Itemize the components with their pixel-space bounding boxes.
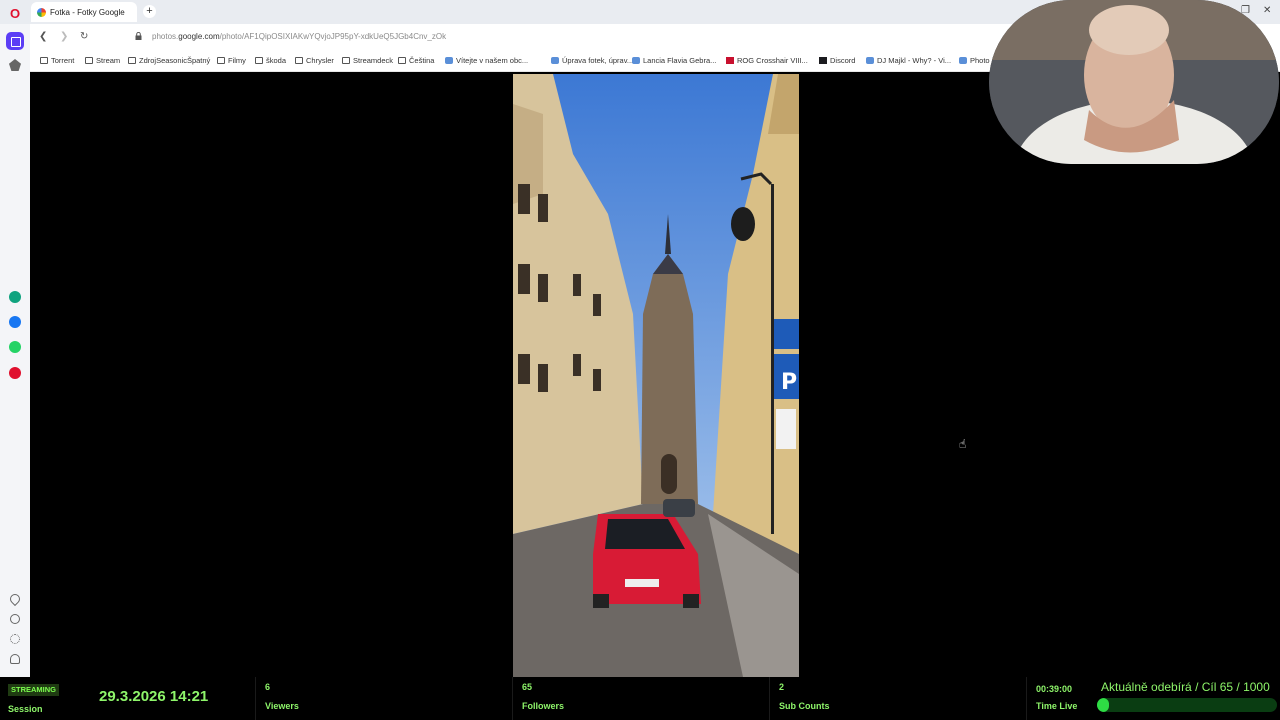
site-icon	[866, 57, 874, 64]
bookmark-label: DJ Majkl - Why? - Vi...	[877, 56, 952, 65]
reload-icon[interactable]: ↻	[80, 31, 88, 42]
bookmark-item[interactable]: Stream	[85, 56, 120, 65]
bookmark-label: Streamdeck	[353, 56, 394, 65]
bookmark-item[interactable]: Vítejte v našem obc...	[445, 56, 528, 65]
site-icon	[959, 57, 967, 64]
bookmark-item[interactable]: ROG Crosshair VIII...	[726, 56, 808, 65]
back-icon[interactable]: ❮	[39, 31, 47, 42]
bookmark-item[interactable]: Čeština	[398, 56, 434, 65]
folder-icon	[128, 57, 136, 64]
sidebar	[0, 24, 30, 677]
session-label: Session	[8, 704, 43, 714]
site-icon	[632, 57, 640, 64]
subs-count: 2	[779, 682, 785, 692]
bookmark-label: Úprava fotek, úprav...	[562, 56, 634, 65]
bulb-icon[interactable]	[10, 654, 20, 664]
bookmark-item[interactable]: Streamdeck	[342, 56, 393, 65]
folder-icon	[40, 57, 48, 64]
close-window-icon[interactable]: ✕	[1263, 5, 1271, 16]
bookmark-label: Vítejte v našem obc...	[456, 56, 529, 65]
folder-icon	[217, 57, 225, 64]
lock-icon[interactable]	[135, 32, 142, 40]
folder-icon	[398, 57, 406, 64]
hand-cursor-icon: ☝	[959, 437, 967, 451]
opera-logo-icon[interactable]: O	[8, 6, 22, 21]
folder-icon	[295, 57, 303, 64]
followers-count: 65	[522, 682, 533, 692]
time-live-label: Time Live	[1036, 701, 1078, 711]
photo-viewer[interactable]: P ☝	[33, 74, 1280, 677]
overlay-divider	[769, 677, 770, 720]
followers-label: Followers	[522, 701, 565, 711]
google-photos-icon	[37, 7, 46, 17]
bookmark-item[interactable]: škoda	[255, 56, 286, 65]
history-icon[interactable]	[10, 614, 20, 624]
bookmark-item[interactable]: Torrent	[40, 56, 74, 65]
discord-icon	[819, 57, 827, 64]
bookmark-label: Stream	[96, 56, 121, 65]
bookmark-label: škoda	[266, 56, 287, 65]
bookmark-label: Discord	[830, 56, 856, 65]
folder-icon	[85, 57, 93, 64]
messenger-icon[interactable]	[9, 316, 21, 328]
stream-overlay: STREAMING Session 29.3.2026 14:21 6 View…	[0, 677, 1280, 720]
settings-icon[interactable]	[10, 634, 20, 644]
bookmark-label: Filmy	[228, 56, 246, 65]
site-icon	[445, 57, 453, 64]
time-live-value: 00:39:00	[1036, 684, 1073, 694]
bookmark-label: Chrysler	[306, 56, 334, 65]
viewers-label: Viewers	[265, 701, 299, 711]
whatsapp-icon[interactable]	[9, 341, 21, 353]
svg-text:P: P	[781, 370, 797, 395]
sub-goal-fill	[1097, 698, 1109, 712]
bookmark-label: ROG Crosshair VIII...	[737, 56, 808, 65]
pinboard-icon[interactable]	[9, 59, 21, 71]
webcam-feed	[989, 0, 1279, 164]
bookmark-label: ZdrojSeasonicŠpatný	[139, 56, 211, 65]
bookmark-item[interactable]: Úprava fotek, úprav...	[551, 56, 633, 65]
rog-icon	[726, 57, 734, 64]
chatgpt-icon[interactable]	[9, 291, 21, 303]
new-tab-button[interactable]: +	[143, 5, 156, 18]
streamer-webcam-image	[989, 0, 1279, 164]
streaming-badge: STREAMING	[8, 684, 59, 696]
bookmark-item[interactable]: Filmy	[217, 56, 246, 65]
bookmark-label: Čeština	[409, 56, 435, 65]
bookmark-item[interactable]: ZdrojSeasonicŠpatný	[128, 56, 210, 65]
tab-title: Fotka - Fotky Google	[50, 7, 125, 17]
folder-icon	[255, 57, 263, 64]
bookmark-label: Torrent	[51, 56, 75, 65]
home-icon[interactable]	[6, 32, 24, 50]
bookmark-item[interactable]: Photo	[959, 56, 990, 65]
bookmark-item[interactable]: Lancia Flavia Gebra...	[632, 56, 716, 65]
street-photo-image: P	[513, 74, 799, 677]
tab-active[interactable]: Fotka - Fotky Google	[31, 2, 137, 22]
bookmark-item[interactable]: Chrysler	[295, 56, 334, 65]
overlay-divider	[1026, 677, 1027, 720]
sub-goal-text: Aktuálně odebírá / Cíl 65 / 1000	[1101, 680, 1270, 694]
forward-icon[interactable]: ❯	[60, 31, 68, 42]
street-photo[interactable]: P	[513, 74, 799, 677]
url-field[interactable]: photos.google.com/photo/AF1QipOSIXIAKwYQ…	[152, 32, 446, 41]
site-icon	[551, 57, 559, 64]
subs-label: Sub Counts	[779, 701, 830, 711]
session-datetime: 29.3.2026 14:21	[99, 688, 209, 705]
bookmark-label: Lancia Flavia Gebra...	[643, 56, 717, 65]
overlay-divider	[255, 677, 256, 720]
overlay-divider	[512, 677, 513, 720]
bookmark-item[interactable]: DJ Majkl - Why? - Vi...	[866, 56, 951, 65]
heart-icon[interactable]	[7, 591, 23, 607]
bookmark-label: Photo	[970, 56, 990, 65]
music-player-icon[interactable]	[9, 367, 21, 379]
folder-icon	[342, 57, 350, 64]
bookmark-item[interactable]: Discord	[819, 56, 855, 65]
sub-goal-bar	[1097, 698, 1277, 712]
viewers-count: 6	[265, 682, 271, 692]
